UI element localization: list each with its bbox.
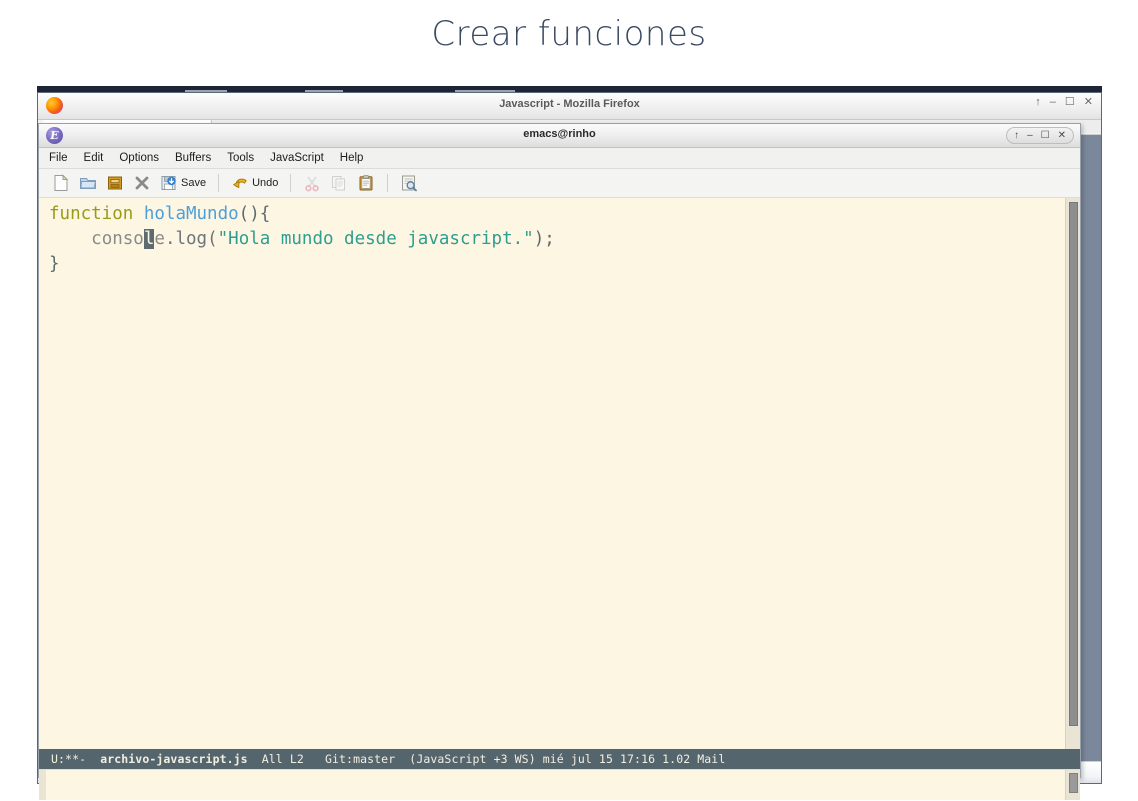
new-document-icon (52, 174, 70, 192)
cut-button (300, 171, 324, 195)
buffer-scrollbar[interactable] (1065, 198, 1080, 749)
menu-file[interactable]: File (47, 151, 70, 165)
modeline-buffer-name: archivo-javascript.js (100, 752, 248, 766)
menu-options[interactable]: Options (117, 151, 161, 165)
close-buffer-button[interactable] (130, 171, 154, 195)
emacs-menubar[interactable]: File Edit Options Buffers Tools JavaScri… (39, 148, 1080, 169)
text-cursor: l (143, 229, 155, 249)
buffer-scrollbar-thumb[interactable] (1069, 202, 1078, 726)
modeline-gap (304, 752, 325, 766)
shade-button[interactable]: ↑ (1035, 97, 1041, 108)
emacs-toolbar[interactable]: Save Undo (39, 169, 1080, 198)
undo-button-label: Undo (252, 177, 279, 189)
emacs-minibuffer[interactable] (39, 769, 1080, 800)
close-button[interactable]: ✕ (1084, 97, 1093, 108)
maximize-button[interactable]: ☐ (1065, 97, 1075, 108)
clipboard-icon (357, 174, 375, 192)
emacs-code-buffer[interactable]: function holaMundo(){ console.log("Hola … (39, 198, 1080, 749)
search-page-icon (400, 174, 418, 192)
open-file-button[interactable] (76, 171, 100, 195)
shade-button[interactable]: ↑ (1014, 129, 1019, 142)
code-token-property: .log( (164, 229, 218, 249)
code-token-punctuation: ); (533, 229, 555, 249)
modeline-status: U:**- (51, 752, 87, 766)
toolbar-separator (290, 174, 292, 192)
modeline-gap (86, 752, 100, 766)
undo-arrow-icon (231, 174, 249, 192)
emacs-window-title: emacs@rinho (523, 128, 596, 140)
save-button[interactable]: Save (157, 171, 209, 195)
menu-tools[interactable]: Tools (225, 151, 256, 165)
minibuffer-scrollbar[interactable] (1065, 770, 1080, 800)
new-file-button[interactable] (49, 171, 73, 195)
save-box-icon (106, 174, 124, 192)
menu-javascript[interactable]: JavaScript (268, 151, 326, 165)
menu-buffers[interactable]: Buffers (173, 151, 213, 165)
menu-help[interactable]: Help (338, 151, 366, 165)
open-folder-icon (79, 174, 97, 192)
minimize-button[interactable]: – (1050, 97, 1056, 108)
undo-button[interactable]: Undo (228, 171, 281, 195)
code-token-indent (49, 229, 91, 249)
minibuffer-fringe (39, 770, 46, 800)
modeline-gap (395, 752, 409, 766)
search-button[interactable] (397, 171, 421, 195)
firefox-titlebar[interactable]: Javascript - Mozilla Firefox ↑ – ☐ ✕ (38, 93, 1101, 120)
modeline-gap (248, 752, 262, 766)
modeline-position: All L2 (261, 752, 304, 766)
toolbar-separator (387, 174, 389, 192)
emacs-modeline: U:**- archivo-javascript.js All L2 Git:m… (39, 749, 1080, 769)
code-token-object: conso (91, 229, 144, 249)
copy-pages-icon (330, 174, 348, 192)
close-x-icon (133, 174, 151, 192)
page-title: Crear funciones (431, 14, 707, 54)
emacs-window[interactable]: E emacs@rinho ↑ – ☐ ✕ File Edit Options … (38, 123, 1081, 800)
copy-button (327, 171, 351, 195)
code-token-punctuation: (){ (238, 204, 271, 224)
maximize-button[interactable]: ☐ (1041, 129, 1050, 142)
minibuffer-scrollbar-thumb[interactable] (1069, 773, 1078, 793)
firefox-window-controls[interactable]: ↑ – ☐ ✕ (1035, 97, 1093, 108)
firefox-window[interactable]: Javascript - Mozilla Firefox ↑ – ☐ ✕ E e… (37, 92, 1102, 800)
code-token-punctuation: } (49, 254, 60, 274)
save-as-button[interactable] (103, 171, 127, 195)
save-button-label: Save (181, 177, 207, 189)
minimize-button[interactable]: – (1027, 129, 1033, 142)
toolbar-separator (218, 174, 220, 192)
code-token-string: "Hola mundo desde javascript." (217, 229, 534, 249)
code-token-keyword: function (49, 204, 134, 224)
firefox-window-title: Javascript - Mozilla Firefox (499, 98, 640, 110)
code-text[interactable]: function holaMundo(){ console.log("Hola … (49, 202, 555, 277)
scissors-icon (303, 174, 321, 192)
save-disk-icon (160, 174, 178, 192)
close-button[interactable]: ✕ (1058, 129, 1066, 142)
code-token-function-name: holaMundo (143, 204, 239, 224)
modeline-mode-info: (JavaScript +3 WS) mié jul 15 17:16 1.02… (409, 752, 726, 766)
menu-edit[interactable]: Edit (82, 151, 106, 165)
emacs-titlebar[interactable]: E emacs@rinho ↑ – ☐ ✕ (39, 124, 1080, 148)
code-token-object: e (154, 229, 165, 249)
emacs-window-controls[interactable]: ↑ – ☐ ✕ (1006, 127, 1074, 144)
paste-button[interactable] (354, 171, 378, 195)
modeline-vc: Git:master (324, 752, 396, 766)
